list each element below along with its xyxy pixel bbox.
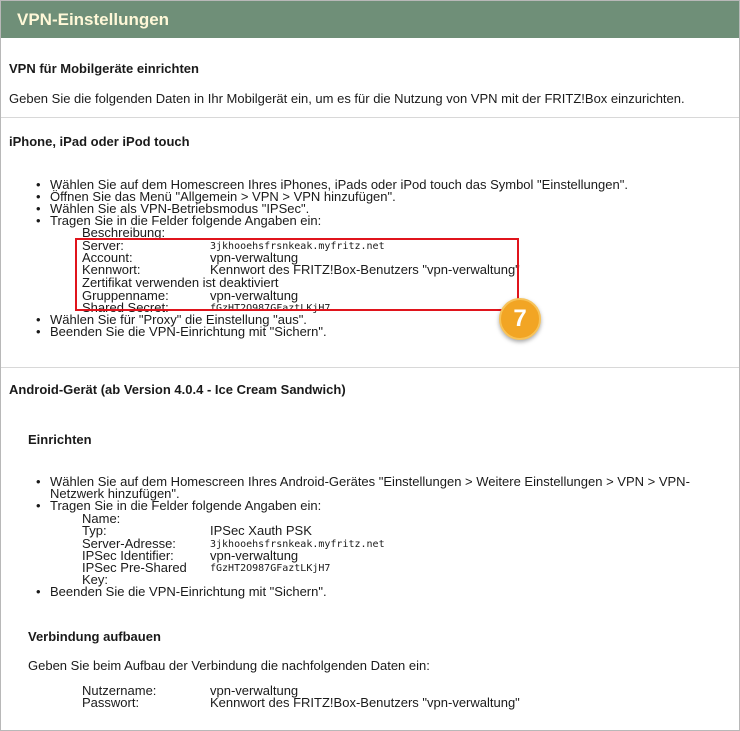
step-number-badge: 7 [499, 298, 541, 340]
android-step-3: Beenden Sie die VPN-Einrichtung mit "Sic… [36, 585, 327, 598]
page-title: VPN-Einstellungen [1, 1, 739, 38]
vpn-settings-panel: VPN-Einstellungen VPN für Mobilgeräte ei… [0, 0, 740, 731]
ios-step-6: Beenden Sie die VPN-Einrichtung mit "Sic… [36, 325, 327, 338]
connect-intro-text: Geben Sie beim Aufbau der Verbindung die… [28, 658, 430, 673]
android-section-title: Android-Gerät (ab Version 4.0.4 - Ice Cr… [9, 382, 346, 397]
connect-pass-label: Passwort: [82, 695, 140, 710]
ios-section-title: iPhone, iPad oder iPod touch [9, 134, 190, 149]
connect-title: Verbindung aufbauen [28, 629, 161, 644]
connect-pass-value: Kennwort des FRITZ!Box-Benutzers "vpn-ve… [210, 695, 520, 710]
highlight-frame [75, 238, 519, 311]
android-ident-value: vpn-verwaltung [210, 548, 299, 563]
android-step-1: Wählen Sie auf dem Homescreen Ihres Andr… [36, 475, 690, 500]
mobile-section-title: VPN für Mobilgeräte einrichten [9, 61, 199, 76]
android-typ-value: IPSec Xauth PSK [210, 523, 312, 538]
android-setup-title: Einrichten [28, 432, 92, 447]
mobile-section: VPN für Mobilgeräte einrichten Geben Sie… [1, 39, 739, 118]
mobile-intro-text: Geben Sie die folgenden Daten in Ihr Mob… [9, 91, 685, 106]
android-psk-label: IPSec Pre-Shared Key: [82, 561, 187, 586]
android-psk-value: fGzHT2O987GFaztLKjH7 [210, 563, 331, 574]
